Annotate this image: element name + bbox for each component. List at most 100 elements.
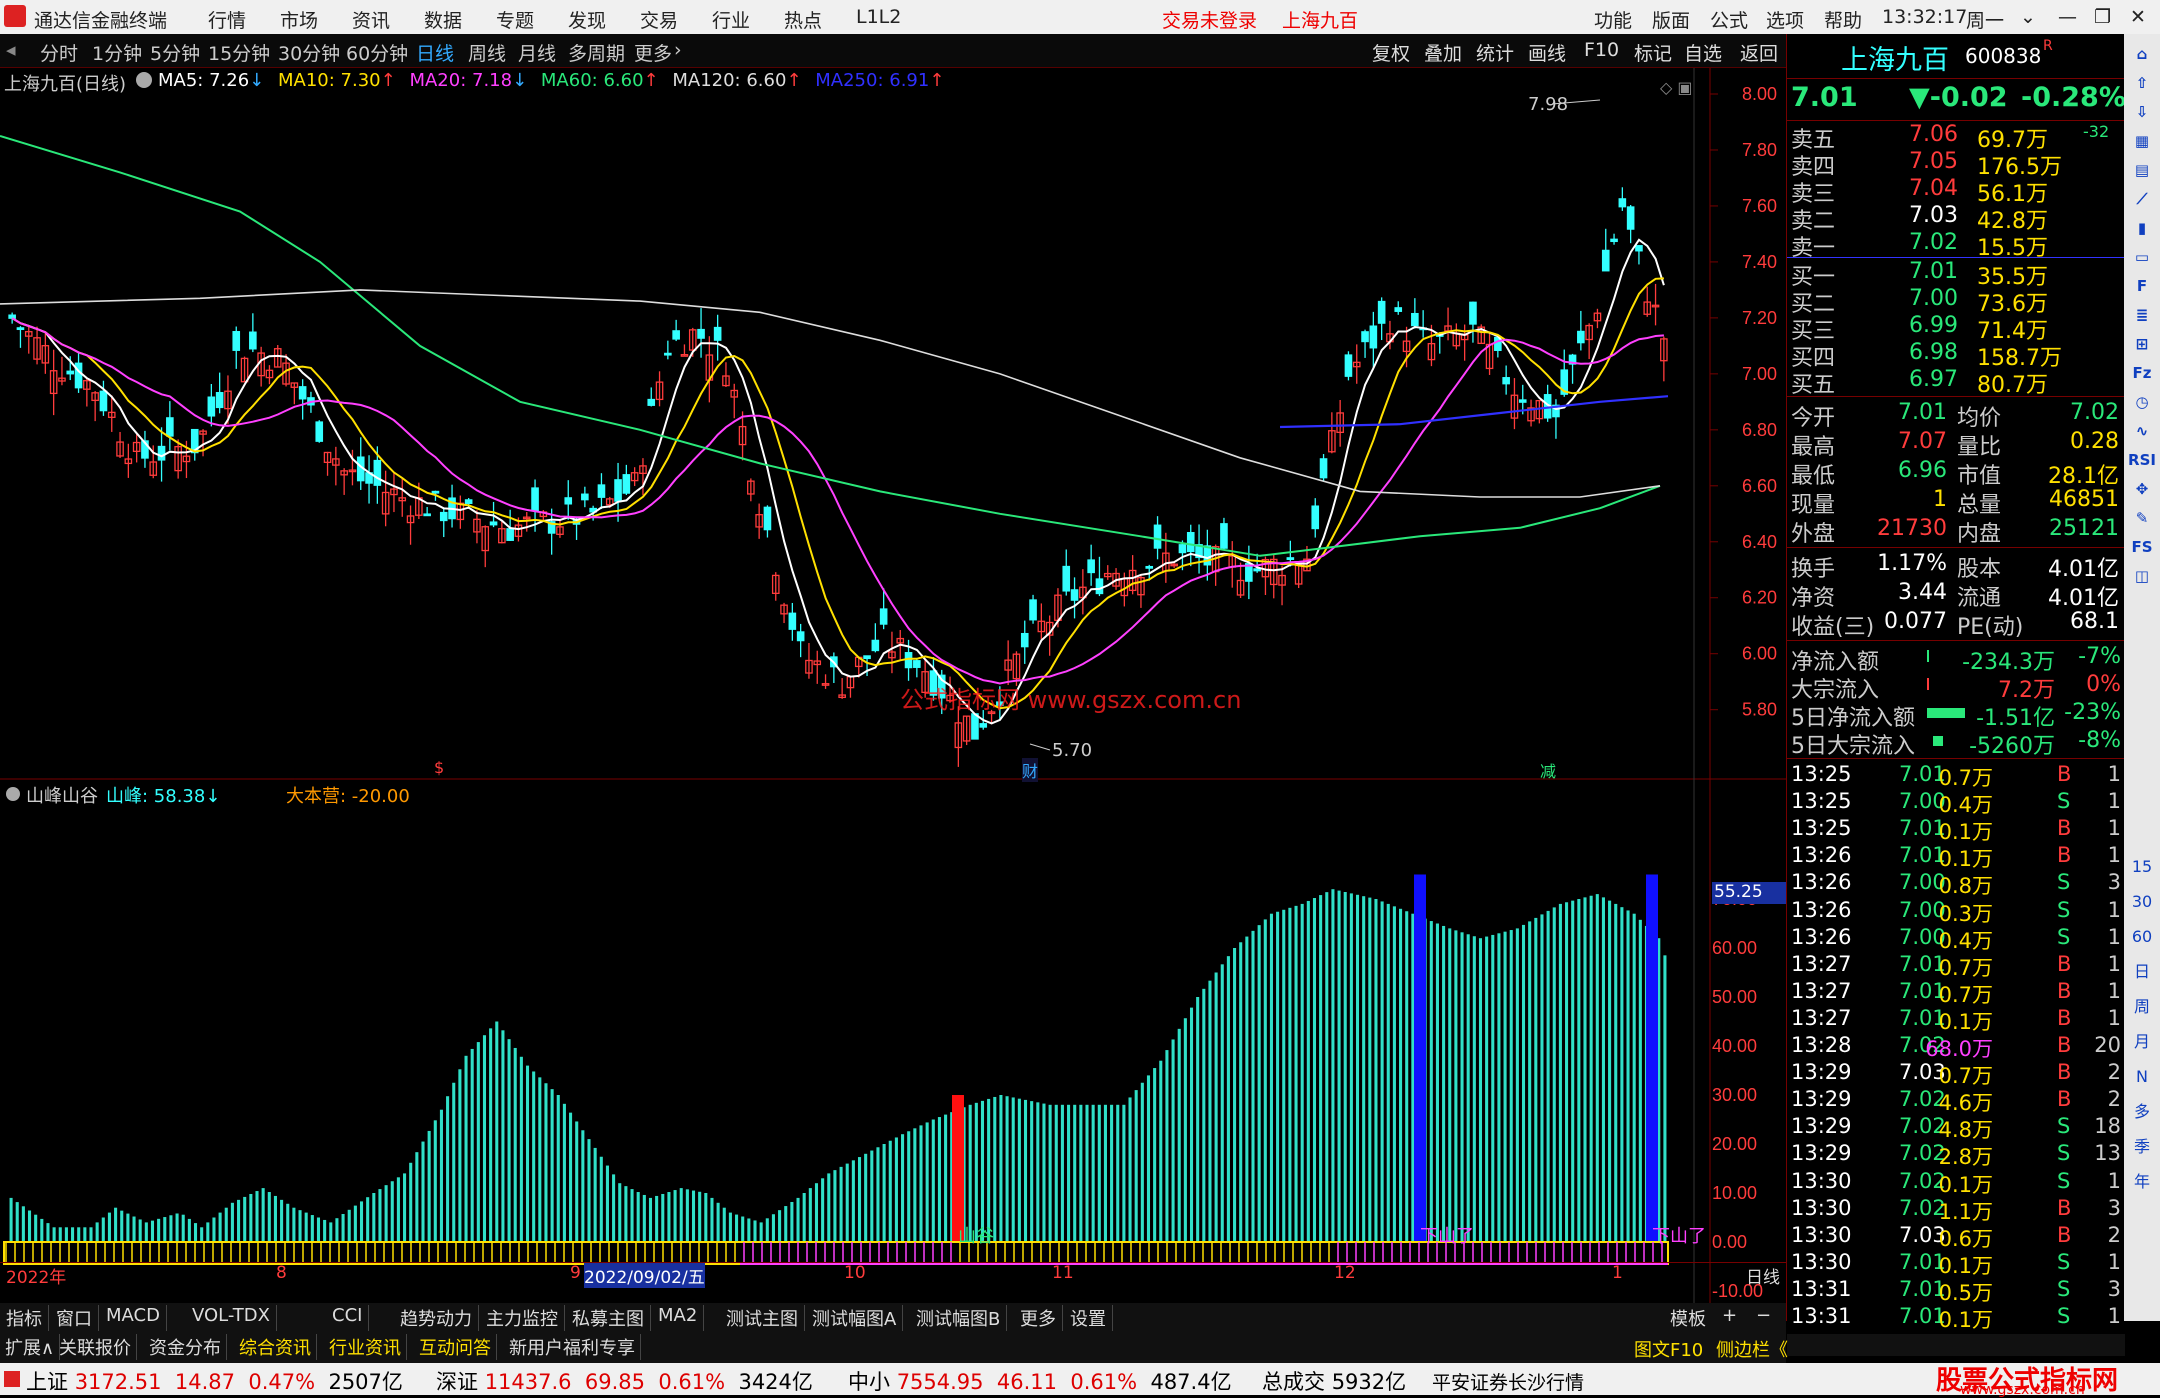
bid-row[interactable]: 买四 6.98 158.7万 — [1787, 340, 2125, 371]
action-button[interactable]: 叠加 — [1424, 39, 1462, 66]
menu-item[interactable]: 功能 — [1594, 6, 1632, 33]
info-tab[interactable]: 互动问答 — [414, 1334, 497, 1360]
period-side-button[interactable]: 60 — [2128, 922, 2156, 952]
period-tab[interactable]: 1分钟 — [92, 39, 142, 66]
chart-area[interactable]: 8.00 7.80 7.60 7.40 7.20 7.00 6.80 6.60 6.40 6.20… — [0, 68, 1786, 1350]
period-side-button[interactable]: 周 — [2128, 992, 2156, 1022]
ask-row[interactable]: 卖三 7.04 56.1万 — [1787, 176, 2125, 207]
indicator-tab[interactable]: 设置 — [1064, 1305, 1113, 1331]
indicator-tab[interactable]: 趋势动力 — [394, 1305, 479, 1331]
event-marker[interactable]: 减 — [1540, 758, 1556, 782]
fz-icon[interactable]: Fz — [2128, 361, 2156, 385]
menu-item[interactable]: 市场 — [280, 6, 318, 33]
action-button[interactable]: 复权 — [1372, 39, 1410, 66]
menu-item[interactable]: 交易 — [640, 6, 678, 33]
kline-icon[interactable]: ▮ — [2128, 216, 2156, 240]
info-tab[interactable]: 资金分布 — [144, 1334, 227, 1360]
menu-item[interactable]: 帮助 — [1824, 6, 1862, 33]
menu-item[interactable]: 版面 — [1652, 6, 1690, 33]
period-side-button[interactable]: 30 — [2128, 887, 2156, 917]
dropdown-icon[interactable]: ⌄ — [2020, 6, 2036, 28]
bid-row[interactable]: 买一 7.01 35.5万 — [1787, 259, 2125, 290]
event-marker[interactable]: $ — [434, 758, 444, 777]
doc-icon[interactable]: ▭ — [2128, 245, 2156, 269]
layer-icon[interactable]: ◫ — [2128, 564, 2156, 588]
info-tab[interactable]: 综合资讯 — [234, 1334, 317, 1360]
info-tab[interactable]: 扩展∧ — [0, 1334, 61, 1360]
period-tab[interactable]: 月线 — [518, 39, 556, 66]
period-tab[interactable]: 多周期 — [568, 39, 625, 66]
menu-item[interactable]: 发现 — [568, 6, 606, 33]
f10-link[interactable]: 图文F10 — [1634, 1336, 1703, 1362]
menu-item[interactable]: 选项 — [1766, 6, 1804, 33]
diamond-icon[interactable]: ◇ ▣ — [1660, 78, 1693, 97]
sh-index[interactable]: 上证 3172.51 14.87 0.47% 2507亿 — [26, 1366, 403, 1396]
grid-icon[interactable]: ▤ — [2128, 158, 2156, 182]
period-side-button[interactable]: 日 — [2128, 957, 2156, 987]
action-button[interactable]: F10 — [1584, 39, 1619, 61]
period-tab[interactable]: 更多 — [634, 39, 672, 66]
remove-icon[interactable]: − — [1756, 1305, 1771, 1326]
indicator-tab[interactable]: 私募主图 — [566, 1305, 651, 1331]
period-side-button[interactable]: 年 — [2128, 1167, 2156, 1197]
period-tab-active[interactable]: 日线 — [416, 39, 454, 66]
period-tab[interactable]: 5分钟 — [150, 39, 200, 66]
restore-icon[interactable]: ❐ — [2094, 6, 2111, 28]
menu-item[interactable]: 数据 — [424, 6, 462, 33]
period-side-button[interactable]: 15 — [2128, 852, 2156, 882]
menu-item[interactable]: 公式 — [1710, 6, 1748, 33]
bid-row[interactable]: 买五 6.97 80.7万 — [1787, 367, 2125, 398]
clock-icon[interactable]: ◷ — [2128, 390, 2156, 414]
indicator-tab[interactable]: 测试幅图A — [806, 1305, 904, 1331]
menu-item[interactable]: 资讯 — [352, 6, 390, 33]
zx-index[interactable]: 中小 7554.95 46.11 0.61% 487.4亿 — [848, 1366, 1232, 1396]
sz-index[interactable]: 深证 11437.6 69.85 0.61% 3424亿 — [436, 1366, 813, 1396]
period-side-button[interactable]: 多 — [2128, 1097, 2156, 1127]
indicator-tab[interactable]: 窗口 — [50, 1305, 99, 1331]
fs-icon[interactable]: FS — [2128, 535, 2156, 559]
down-arrow-icon[interactable]: ⇩ — [2128, 100, 2156, 124]
close-icon[interactable]: ✕ — [2130, 6, 2146, 28]
menu-item[interactable]: L1L2 — [856, 6, 901, 28]
menu-item[interactable]: 行情 — [208, 6, 246, 33]
wave-icon[interactable]: ∿ — [2128, 419, 2156, 443]
menu-item[interactable]: 专题 — [496, 6, 534, 33]
menu-item[interactable]: 热点 — [784, 6, 822, 33]
sidebar-link[interactable]: 侧边栏《 — [1716, 1336, 1788, 1362]
action-button[interactable]: 标记 — [1634, 39, 1672, 66]
indicator-tab[interactable]: VOL-TDX — [186, 1305, 277, 1331]
kline-chart[interactable]: 8.00 7.80 7.60 7.40 7.20 7.00 6.80 6.60 6.40 6.20… — [0, 68, 1786, 780]
indicator-tab[interactable]: 测试主图 — [720, 1305, 805, 1331]
period-tab[interactable]: 60分钟 — [346, 39, 408, 66]
ask-row[interactable]: 卖二 7.03 42.8万 — [1787, 203, 2125, 234]
fin-icon[interactable]: F — [2128, 274, 2156, 298]
info-tab[interactable]: 行业资讯 — [324, 1334, 407, 1360]
stock-tab[interactable]: 上海九百 — [1282, 6, 1358, 33]
add-icon[interactable]: + — [1722, 1305, 1737, 1326]
cross-icon[interactable]: ✥ — [2128, 477, 2156, 501]
indicator-tab[interactable]: MA2 — [652, 1305, 705, 1331]
action-button[interactable]: 画线 — [1528, 39, 1566, 66]
kline-pane[interactable]: 8.00 7.80 7.60 7.40 7.20 7.00 6.80 6.60 6.40 6.20… — [0, 68, 1786, 782]
ask-row[interactable]: 卖四 7.05 176.5万 — [1787, 149, 2125, 180]
action-button[interactable]: 自选 — [1684, 39, 1722, 66]
indicator-tab[interactable]: 更多 — [1014, 1305, 1063, 1331]
collapse-icon[interactable]: ◂ — [6, 39, 16, 61]
stack-icon[interactable]: ⊞ — [2128, 332, 2156, 356]
trend-icon[interactable]: ⟋ — [2128, 187, 2156, 211]
period-tab[interactable]: 分时 — [40, 39, 78, 66]
chart-icon[interactable]: ▦ — [2128, 129, 2156, 153]
indicator-tab[interactable]: 主力监控 — [480, 1305, 565, 1331]
period-side-button[interactable]: 季 — [2128, 1132, 2156, 1162]
chevron-right-icon[interactable]: › — [674, 39, 682, 61]
rsi-icon[interactable]: RSI — [2128, 448, 2156, 472]
period-side-button[interactable]: 月 — [2128, 1027, 2156, 1057]
template-button[interactable]: 模板 — [1670, 1305, 1706, 1331]
bid-row[interactable]: 买二 7.00 73.6万 — [1787, 286, 2125, 317]
settings-icon[interactable] — [136, 72, 152, 88]
menu-item[interactable]: 行业 — [712, 6, 750, 33]
action-button[interactable]: 统计 — [1476, 39, 1514, 66]
pen-icon[interactable]: ✎ — [2128, 506, 2156, 530]
indicator-tab[interactable]: CCI — [326, 1305, 370, 1331]
info-tab[interactable]: 新用户福利专享 — [504, 1334, 641, 1360]
